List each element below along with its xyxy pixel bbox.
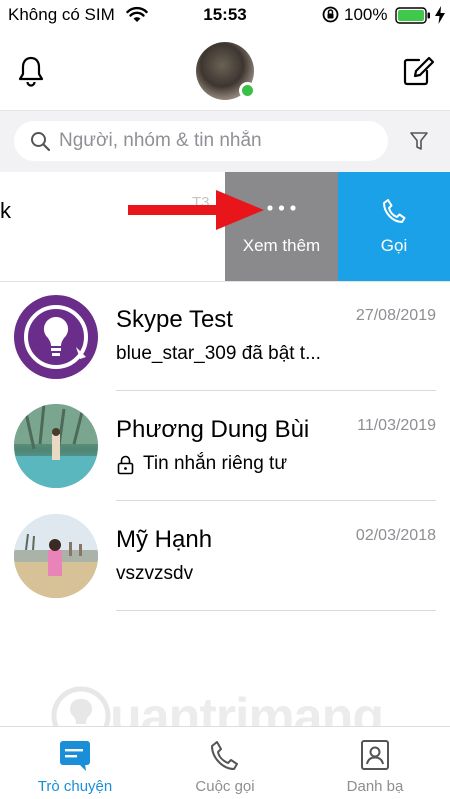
divider — [116, 610, 436, 611]
conversation-row[interactable]: Skype Test 27/08/2019 blue_star_309 đã b… — [0, 282, 450, 392]
tab-label: Trò chuyện — [37, 778, 113, 795]
conversation-name: Skype Test — [116, 306, 233, 333]
tab-label: Danh bạ — [346, 778, 404, 795]
tab-contacts[interactable]: Danh bạ — [300, 727, 450, 799]
tab-chats[interactable]: Trò chuyện — [0, 727, 150, 799]
conversation-row[interactable]: Mỹ Hạnh 02/03/2018 vszvzsdv — [0, 502, 450, 612]
search-bar — [0, 111, 450, 172]
tab-label: Cuộc gọi — [195, 778, 255, 795]
conversation-date: 02/03/2018 — [355, 527, 436, 544]
conversation-preview: Tin nhắn riêng tư — [143, 453, 288, 474]
call-action-label: Gọi — [380, 236, 408, 255]
chat-bubble-icon — [60, 741, 90, 771]
phone-icon — [211, 741, 238, 770]
conversation-preview: blue_star_309 đã bật t... — [116, 343, 321, 364]
conversation-avatar — [14, 514, 98, 598]
search-icon — [31, 132, 51, 152]
lock-icon — [117, 455, 134, 475]
call-action-button[interactable]: Gọi — [338, 172, 450, 281]
orientation-lock-icon — [322, 6, 339, 23]
filter-icon[interactable] — [410, 132, 428, 151]
pointer-arrow-icon — [128, 190, 264, 230]
photo-thumbnail — [14, 514, 98, 598]
more-action-label: Xem thêm — [242, 236, 321, 255]
conversation-row[interactable]: Phương Dung Bùi 11/03/2019 Tin nhắn riên… — [0, 392, 450, 502]
tab-bar: Trò chuyện Cuộc gọi Danh bạ — [0, 726, 450, 799]
conversation-name: Mỹ Hạnh — [116, 526, 213, 553]
profile-avatar-button[interactable] — [196, 42, 256, 100]
charging-bolt-icon — [435, 6, 445, 24]
battery-icon — [395, 7, 430, 24]
search-box[interactable] — [14, 121, 388, 161]
tab-calls[interactable]: Cuộc gọi — [150, 727, 300, 799]
app-header — [0, 30, 450, 110]
conversation-avatar — [14, 404, 98, 488]
divider — [116, 390, 436, 391]
bulb-icon — [24, 305, 88, 369]
swiped-row-name: k — [0, 198, 11, 223]
conversation-date: 27/08/2019 — [355, 307, 436, 324]
bell-icon[interactable] — [16, 55, 46, 87]
status-bar: Không có SIM 15:53 100% — [0, 0, 450, 30]
compose-icon[interactable] — [403, 56, 435, 86]
conversation-preview: vszvzsdv — [116, 563, 194, 584]
phone-icon — [383, 199, 406, 223]
conversation-avatar — [14, 295, 98, 379]
conversation-name: Phương Dung Bùi — [116, 416, 310, 443]
battery-percent: 100% — [344, 5, 388, 24]
contacts-book-icon — [361, 740, 389, 770]
photo-thumbnail — [14, 404, 98, 488]
conversation-date: 11/03/2019 — [357, 417, 436, 434]
search-input[interactable] — [59, 121, 379, 161]
more-icon — [267, 205, 296, 211]
presence-indicator — [239, 82, 256, 99]
divider — [116, 500, 436, 501]
